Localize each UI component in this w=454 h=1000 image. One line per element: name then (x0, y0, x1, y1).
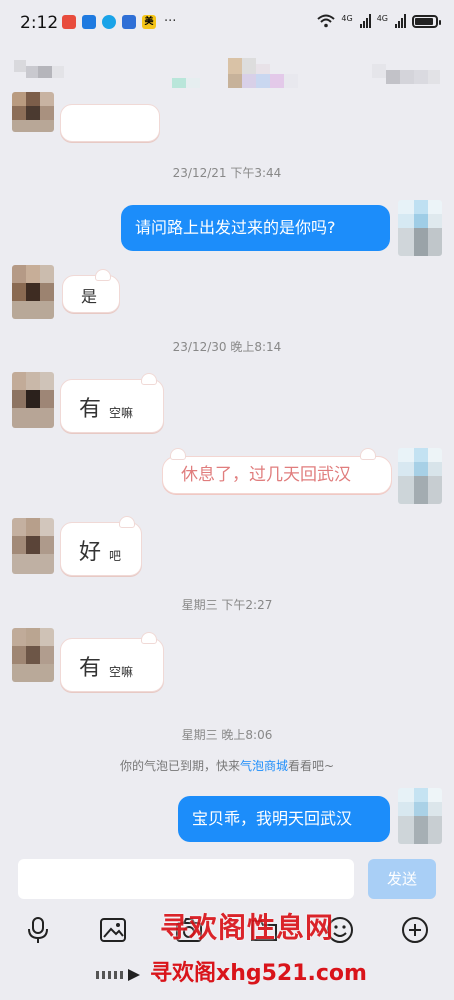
battery-icon (412, 14, 441, 28)
message-bubble-incoming[interactable] (60, 104, 160, 142)
wifi-icon (317, 14, 336, 28)
message-bubble-incoming[interactable]: 有 空嘛 (60, 632, 164, 692)
contact-name (172, 54, 307, 90)
more-notifications-icon: ··· (164, 14, 177, 29)
my-avatar[interactable] (398, 788, 442, 844)
my-avatar[interactable] (398, 200, 442, 256)
message-timestamp: 星期三 晚上8:06 (181, 728, 273, 742)
message-bubble-incoming[interactable]: 好 吧 (60, 516, 142, 576)
message-timestamp: 23/12/21 下午3:44 (172, 166, 282, 180)
app-notification-icon (62, 14, 76, 29)
app-notification-icon (102, 14, 116, 29)
contact-avatar[interactable] (12, 92, 54, 132)
message-input-bar: 发送 (0, 855, 454, 903)
watermark-text: 寻欢阁性息网 (160, 911, 335, 944)
message-bubble-outgoing[interactable]: 请问路上出发过来的是你吗? (121, 205, 390, 251)
message-bubble-outgoing[interactable]: 休息了，过几天回武汉 (162, 456, 392, 494)
image-icon[interactable] (96, 913, 130, 947)
app-notification-icon (122, 14, 136, 29)
contact-avatar[interactable] (12, 372, 54, 428)
signal-icon (359, 14, 371, 28)
bubble-expired-notice: 你的气泡已到期，快来气泡商城看看吧~ (119, 759, 335, 773)
network-type-label: 4G (341, 14, 353, 23)
message-timestamp: 星期三 下午2:27 (181, 598, 273, 612)
network-type-label: 4G (376, 14, 388, 23)
contact-avatar[interactable] (12, 628, 54, 682)
watermark-url: 寻欢阁xhg521.com (150, 961, 367, 986)
signal-icon (395, 14, 406, 28)
message-bubble-incoming[interactable]: 有 空嘛 (60, 373, 164, 433)
more-options-button[interactable] (372, 56, 442, 92)
back-button[interactable] (14, 60, 64, 84)
contact-avatar[interactable] (12, 265, 54, 319)
gesture-hint-icon (96, 964, 146, 986)
message-timestamp: 23/12/30 晚上8:14 (172, 340, 282, 354)
bubble-mall-link[interactable]: 气泡商城 (240, 759, 288, 773)
plus-icon[interactable] (398, 913, 432, 947)
message-bubble-incoming[interactable]: 是 (62, 269, 120, 313)
send-button[interactable]: 发送 (368, 859, 436, 899)
status-time: 2:12 (20, 13, 59, 33)
message-input[interactable] (18, 859, 354, 899)
app-notification-icon: 美 (142, 14, 156, 29)
notification-icons: 美 ··· (62, 14, 176, 29)
contact-avatar[interactable] (12, 518, 54, 574)
my-avatar[interactable] (398, 448, 442, 504)
microphone-icon[interactable] (21, 913, 55, 947)
status-bar: 2:12 美 ··· 4G 4G (0, 0, 454, 46)
app-notification-icon (82, 14, 96, 29)
message-bubble-outgoing[interactable]: 宝贝乖，我明天回武汉 (178, 796, 390, 842)
